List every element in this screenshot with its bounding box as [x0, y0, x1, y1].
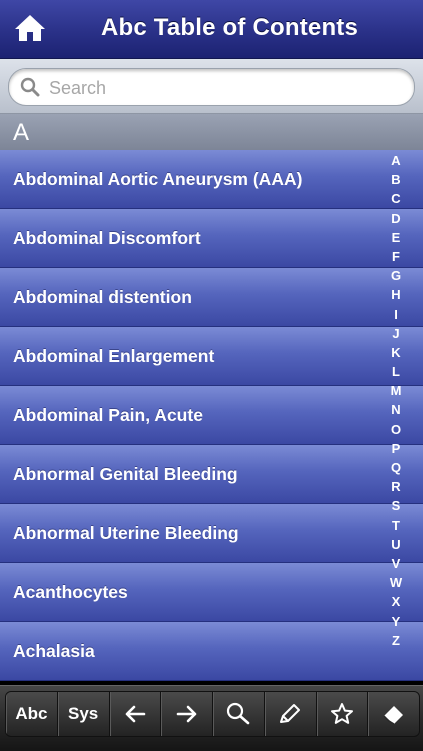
- list-item-label: Abnormal Uterine Bleeding: [13, 523, 239, 543]
- sys-label: Sys: [68, 704, 99, 723]
- eraser-icon: [383, 706, 403, 725]
- forward-arrow-icon: [176, 705, 196, 723]
- list-item[interactable]: Abdominal Discomfort: [0, 209, 423, 268]
- index-letter[interactable]: W: [385, 573, 407, 592]
- index-letter[interactable]: S: [385, 496, 407, 515]
- list-item-label: Abnormal Genital Bleeding: [13, 464, 238, 484]
- list-item-label: Abdominal Enlargement: [13, 346, 215, 366]
- list-item[interactable]: Abdominal Enlargement: [0, 327, 423, 386]
- section-index[interactable]: A B C D E F G H I J K L M N O P Q R S T …: [385, 151, 407, 651]
- list-item[interactable]: Acanthocytes: [0, 563, 423, 622]
- sys-button[interactable]: Sys: [58, 692, 110, 736]
- index-letter[interactable]: I: [385, 305, 407, 324]
- search-bar: [0, 59, 423, 114]
- index-letter[interactable]: K: [385, 343, 407, 362]
- list-item[interactable]: Abdominal Aortic Aneurysm (AAA): [0, 150, 423, 209]
- index-letter[interactable]: V: [385, 554, 407, 573]
- list-item-label: Abdominal Aortic Aneurysm (AAA): [13, 169, 303, 189]
- list-item-label: Abdominal distention: [13, 287, 192, 307]
- note-button[interactable]: [265, 692, 317, 736]
- index-letter[interactable]: C: [385, 189, 407, 208]
- find-button[interactable]: [213, 692, 265, 736]
- index-letter[interactable]: E: [385, 228, 407, 247]
- page-title: Abc Table of Contents: [100, 14, 359, 41]
- list-item[interactable]: Abnormal Uterine Bleeding: [0, 504, 423, 563]
- index-letter[interactable]: L: [385, 362, 407, 381]
- index-letter[interactable]: Z: [385, 631, 407, 650]
- section-header: A: [0, 114, 423, 150]
- index-letter[interactable]: G: [385, 266, 407, 285]
- index-letter[interactable]: Y: [385, 612, 407, 631]
- index-letter[interactable]: X: [385, 592, 407, 611]
- contents-list: Abdominal Aortic Aneurysm (AAA) Abdomina…: [0, 150, 423, 685]
- eraser-button[interactable]: [368, 692, 419, 736]
- search-icon: [20, 77, 40, 97]
- index-letter[interactable]: P: [385, 439, 407, 458]
- index-letter[interactable]: A: [385, 151, 407, 170]
- index-letter[interactable]: B: [385, 170, 407, 189]
- index-letter[interactable]: N: [385, 400, 407, 419]
- list-item[interactable]: Abdominal distention: [0, 268, 423, 327]
- index-letter[interactable]: U: [385, 535, 407, 554]
- list-item-label: Achalasia: [13, 641, 95, 661]
- index-letter[interactable]: F: [385, 247, 407, 266]
- list-item[interactable]: Abdominal Pain, Acute: [0, 386, 423, 445]
- list-item[interactable]: Abnormal Genital Bleeding: [0, 445, 423, 504]
- search-box[interactable]: [8, 68, 415, 106]
- index-letter[interactable]: R: [385, 477, 407, 496]
- star-icon: [330, 703, 353, 724]
- bottom-toolbar: Abc Sys: [0, 685, 423, 751]
- back-button[interactable]: [110, 692, 162, 736]
- index-letter[interactable]: T: [385, 516, 407, 535]
- search-input[interactable]: [47, 73, 401, 103]
- back-arrow-icon: [125, 705, 146, 723]
- pencil-icon: [280, 704, 301, 723]
- list-item[interactable]: Achalasia: [0, 622, 423, 681]
- list-item-label: Acanthocytes: [13, 582, 128, 602]
- list-item-label: Abdominal Discomfort: [13, 228, 201, 248]
- toolbar-segments: Abc Sys: [5, 691, 420, 737]
- abc-button[interactable]: Abc: [6, 692, 58, 736]
- index-letter[interactable]: Q: [385, 458, 407, 477]
- index-letter[interactable]: O: [385, 420, 407, 439]
- index-letter[interactable]: J: [385, 324, 407, 343]
- magnifier-icon: [227, 702, 250, 725]
- nav-bar: Abc Table of Contents: [0, 0, 423, 59]
- index-letter[interactable]: H: [385, 285, 407, 304]
- index-letter[interactable]: M: [385, 381, 407, 400]
- list-item-label: Abdominal Pain, Acute: [13, 405, 203, 425]
- forward-button[interactable]: [161, 692, 213, 736]
- favorite-button[interactable]: [317, 692, 369, 736]
- abc-label: Abc: [15, 704, 48, 723]
- index-letter[interactable]: D: [385, 209, 407, 228]
- section-letter: A: [13, 119, 30, 146]
